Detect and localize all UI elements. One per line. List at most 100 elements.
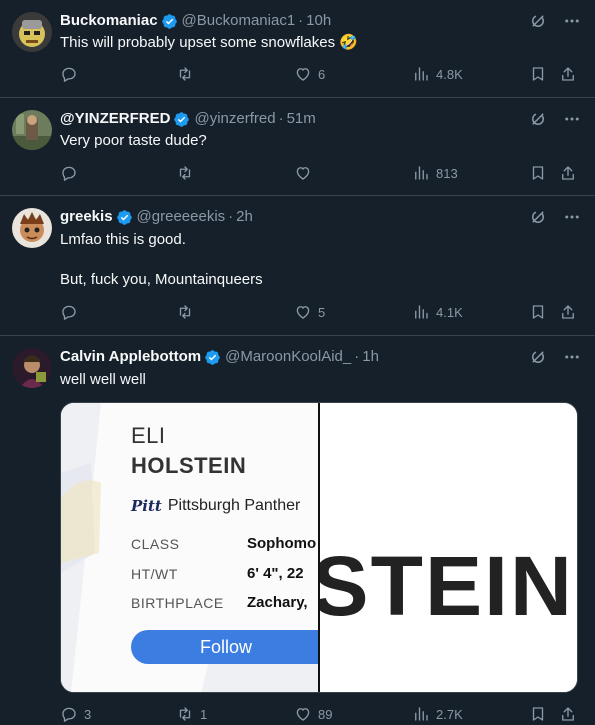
htwt-value: 6' 4", 22 [247,565,304,582]
tweet-text: well well well [60,371,146,388]
class-value: Sophomo [247,535,317,552]
retweet-count: 1 [200,706,208,722]
views-button[interactable]: 2.7K [412,705,463,723]
views-icon [415,166,428,180]
avatar[interactable] [12,110,52,150]
share-icon [562,707,574,721]
share-icon [562,67,574,81]
author-handle[interactable]: @Buckomaniac1 [182,11,296,31]
like-count: 89 [318,706,333,722]
author-handle[interactable]: @yinzerfred [194,109,275,129]
like-count: 6 [318,66,326,82]
views-icon [415,707,428,721]
view-count: 813 [436,165,458,181]
tweet-yinzerfred[interactable]: @YINZERFRED @yinzerfred · 51m Very poor … [0,98,595,196]
tweet-media-image[interactable]: ELI HOLSTEIN Pitt Pittsburgh Panther CLA… [60,402,578,693]
retweet-button[interactable]: 1 [176,705,207,723]
author-handle[interactable]: @MaroonKoolAid_ [225,347,351,367]
share-button[interactable] [559,164,577,182]
share-button[interactable] [559,65,577,83]
birthplace-value: Zachary, [247,594,308,611]
tweet-text: This will probably upset some snowflakes… [60,34,358,51]
grok-icon[interactable] [529,12,547,30]
reply-button[interactable] [60,164,84,182]
share-button[interactable] [559,303,577,321]
more-icon[interactable] [563,110,581,128]
pitt-logo-icon: Pitt [131,497,162,515]
bookmark-button[interactable] [529,303,547,321]
action-bar: 6 4.8K [60,65,580,85]
action-bar: 5 4.1K [60,303,580,323]
follow-button: Follow [131,630,319,664]
retweet-button[interactable] [176,303,200,321]
verified-badge-icon [116,209,132,225]
verified-badge-icon [174,111,190,127]
avatar[interactable] [12,12,52,52]
author-name[interactable]: Calvin Applebottom [60,347,201,367]
reply-button[interactable] [60,303,84,321]
author-name[interactable]: Buckomaniac [60,11,158,31]
more-icon[interactable] [563,208,581,226]
retweet-icon [179,305,191,319]
bookmark-button[interactable] [529,164,547,182]
avatar[interactable] [12,348,52,388]
school-row: Pitt Pittsburgh Panther [131,497,300,515]
view-count: 2.7K [436,706,463,722]
retweet-icon [179,707,191,721]
retweet-button[interactable] [176,65,200,83]
view-count: 4.8K [436,66,463,82]
like-button[interactable]: 5 [294,303,325,321]
player-last-name: HOLSTEIN [131,453,247,478]
views-button[interactable]: 4.1K [412,303,463,321]
view-count: 4.1K [436,304,463,320]
reply-count: 3 [84,706,92,722]
reply-button[interactable] [60,65,84,83]
verified-badge-icon [161,13,177,29]
like-button[interactable]: 6 [294,65,325,83]
timestamp[interactable]: 1h [362,347,379,367]
grok-icon[interactable] [529,348,547,366]
retweet-icon [179,67,191,81]
views-button[interactable]: 4.8K [412,65,463,83]
separator-dot: · [278,110,284,127]
author-handle[interactable]: @greeeeekis [137,207,226,227]
timestamp[interactable]: 51m [287,109,316,129]
share-button[interactable] [559,705,577,723]
share-icon [562,305,574,319]
birthplace-label: BIRTHPLACE [131,595,224,611]
heart-icon [296,708,310,721]
reply-icon [62,166,76,181]
timestamp[interactable]: 10h [306,11,331,31]
tweet-buckomaniac[interactable]: Buckomaniac @Buckomaniac1 · 10h This wil… [0,0,595,98]
verified-badge-icon [205,349,220,365]
reply-icon [62,707,76,722]
school-name: Pittsburgh Panther [167,497,301,514]
action-bar: 3 1 89 2.7K [60,705,580,725]
author-name[interactable]: greekis [60,207,113,227]
more-icon[interactable] [563,348,581,366]
author-name[interactable]: @YINZERFRED [60,109,170,129]
bookmark-icon [532,707,544,721]
views-button[interactable]: 813 [412,164,458,182]
bookmark-button[interactable] [529,705,547,723]
tweet-text: Very poor taste dude? [60,132,207,149]
heart-icon [296,306,310,319]
reply-button[interactable]: 3 [60,705,91,723]
views-icon [415,305,428,319]
tweet-text: Lmfao this is good. But, fuck you, Mount… [60,231,263,288]
like-count: 5 [318,304,326,320]
reply-icon [62,67,76,82]
grok-icon[interactable] [529,208,547,226]
like-button[interactable] [294,164,318,182]
views-icon [415,67,428,81]
like-button[interactable]: 89 [294,705,332,723]
reply-icon [62,305,76,320]
avatar[interactable] [12,208,52,248]
bookmark-icon [532,166,544,180]
tweet-greekis[interactable]: greekis @greeeeekis · 2h Lmfao this is g… [0,196,595,336]
bookmark-button[interactable] [529,65,547,83]
grok-icon[interactable] [529,110,547,128]
timestamp[interactable]: 2h [236,207,253,227]
retweet-button[interactable] [176,164,200,182]
more-icon[interactable] [563,12,581,30]
